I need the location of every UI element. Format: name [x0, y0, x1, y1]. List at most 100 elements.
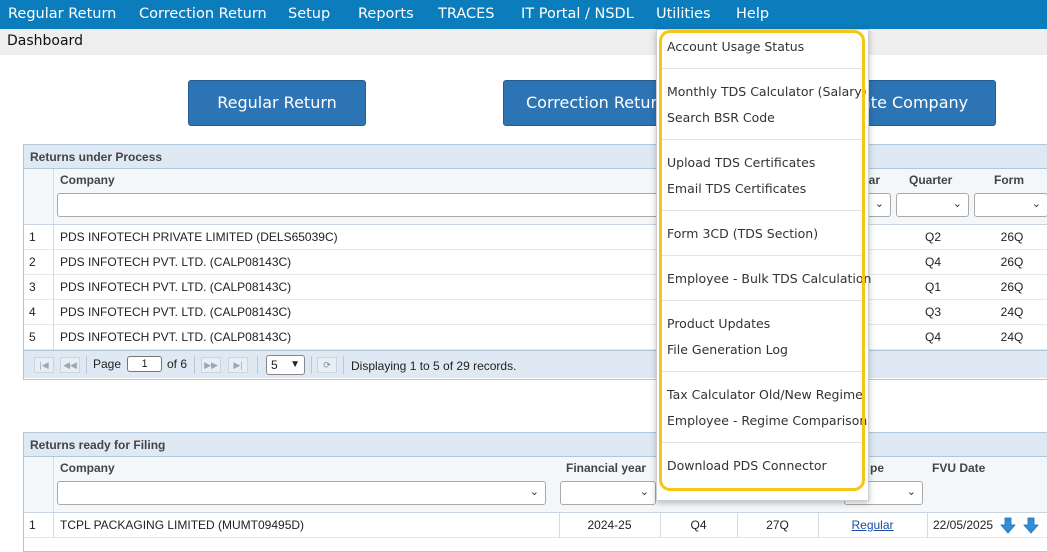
nav-regular-return[interactable]: Regular Return: [8, 0, 116, 29]
quarter-filter-select[interactable]: ⌄: [896, 193, 969, 217]
menu-item-search-bsr-code[interactable]: Search BSR Code: [667, 110, 775, 125]
form-cell: 26Q: [1000, 280, 1024, 294]
column-header-type: pe: [870, 461, 885, 475]
nav-utilities[interactable]: Utilities: [656, 0, 711, 29]
chevron-down-icon: ⌄: [529, 486, 539, 498]
column-header-fvu-date: FVU Date: [932, 461, 986, 475]
menu-item-file-generation-log[interactable]: File Generation Log: [667, 342, 788, 357]
chevron-down-icon: ⌄: [874, 198, 884, 210]
table-row[interactable]: 4 PDS INFOTECH PVT. LTD. (CALP08143C) Q3…: [24, 300, 1047, 325]
top-nav-bar: Regular Return Correction Return Setup R…: [0, 0, 1047, 29]
refresh-icon[interactable]: ⟳: [317, 357, 337, 373]
company-cell: TCPL PACKAGING LIMITED (MUMT09495D): [60, 518, 305, 532]
form-cell: 24Q: [1000, 330, 1024, 344]
financial-year-filter-select[interactable]: ⌄: [560, 481, 656, 505]
chevron-down-icon: ⌄: [1031, 198, 1041, 210]
column-header-company: Company: [60, 461, 115, 475]
chevron-down-icon: ⌄: [639, 486, 649, 498]
next-page-icon[interactable]: ▶▶: [201, 357, 221, 373]
table-row[interactable]: 5 PDS INFOTECH PVT. LTD. (CALP08143C) Q4…: [24, 325, 1047, 350]
breadcrumb: Dashboard: [7, 33, 83, 49]
menu-item-product-updates[interactable]: Product Updates: [667, 316, 770, 331]
breadcrumb-bar: Dashboard: [0, 29, 1047, 55]
menu-item-account-usage-status[interactable]: Account Usage Status: [667, 39, 804, 54]
column-header-financial-year: Financial year: [566, 461, 647, 475]
panel-title: Returns ready for Filing: [24, 433, 1047, 457]
form-cell: 26Q: [1000, 255, 1024, 269]
pager-separator: [343, 356, 344, 374]
company-cell: PDS INFOTECH PRIVATE LIMITED (DELS65039C…: [60, 230, 338, 244]
menu-divider: [661, 371, 864, 372]
pagination-bar: |◀ ◀◀ Page 1 of 6 ▶▶ ▶| 5 ▼ ⟳ Displaying …: [24, 350, 1047, 378]
page-size-value: 5: [271, 358, 278, 372]
menu-item-monthly-tds-calculator[interactable]: Monthly TDS Calculator (Salary): [667, 84, 867, 99]
column-header-form: Form: [994, 173, 1024, 187]
row-number: 1: [24, 513, 54, 538]
page-number-input[interactable]: 1: [127, 356, 162, 372]
records-display-text: Displaying 1 to 5 of 29 records.: [351, 359, 517, 373]
download-arrow-icon[interactable]: [1023, 517, 1039, 534]
menu-divider: [661, 300, 864, 301]
nav-reports[interactable]: Reports: [358, 0, 414, 29]
return-type-link[interactable]: Regular: [818, 513, 926, 538]
pager-separator: [257, 356, 258, 374]
chevron-down-icon: ⌄: [906, 486, 916, 498]
company-filter-select[interactable]: ⌄: [57, 481, 546, 505]
pager-separator: [86, 356, 87, 374]
menu-item-tax-calculator-regime[interactable]: Tax Calculator Old/New Regime: [667, 387, 863, 402]
table-row[interactable]: 3 PDS INFOTECH PVT. LTD. (CALP08143C) Q1…: [24, 275, 1047, 300]
row-number: 4: [24, 300, 54, 325]
nav-setup[interactable]: Setup: [288, 0, 330, 29]
menu-divider: [661, 210, 864, 211]
menu-item-employee-bulk-tds[interactable]: Employee - Bulk TDS Calculation: [667, 271, 871, 286]
form-filter-select[interactable]: ⌄: [974, 193, 1047, 217]
row-number: 5: [24, 325, 54, 350]
row-number: 1: [24, 225, 54, 250]
form-cell: 27Q: [737, 513, 817, 538]
menu-item-employee-regime-comparison[interactable]: Employee - Regime Comparison: [667, 413, 867, 428]
company-cell: PDS INFOTECH PVT. LTD. (CALP08143C): [60, 255, 292, 269]
table-row[interactable]: 1 TCPL PACKAGING LIMITED (MUMT09495D) 20…: [24, 513, 1047, 538]
pager-separator: [311, 356, 312, 374]
column-header-quarter: Quarter: [909, 173, 953, 187]
menu-item-email-tds-certificates[interactable]: Email TDS Certificates: [667, 181, 806, 196]
menu-divider: [661, 442, 864, 443]
quarter-cell: Q2: [924, 230, 941, 244]
correction-return-button[interactable]: Correction Return: [503, 80, 678, 126]
company-cell: PDS INFOTECH PVT. LTD. (CALP08143C): [60, 330, 292, 344]
pager-separator: [194, 356, 195, 374]
menu-divider: [661, 68, 864, 69]
menu-item-upload-tds-certificates[interactable]: Upload TDS Certificates: [667, 155, 815, 170]
nav-correction-return[interactable]: Correction Return: [139, 0, 267, 29]
chevron-down-icon: ⌄: [952, 198, 962, 210]
company-cell: PDS INFOTECH PVT. LTD. (CALP08143C): [60, 280, 292, 294]
nav-traces[interactable]: TRACES: [438, 0, 495, 29]
fvu-date-cell: 22/05/2025: [927, 513, 997, 538]
menu-item-download-pds-connector[interactable]: Download PDS Connector: [667, 458, 827, 473]
first-page-icon[interactable]: |◀: [34, 357, 54, 373]
panel-title: Returns under Process: [24, 145, 1047, 169]
menu-divider: [661, 139, 864, 140]
row-number: 2: [24, 250, 54, 275]
quarter-cell: Q4: [660, 513, 736, 538]
grid-header: Company ear ⌄ Quarter ⌄ Form ⌄: [24, 169, 1047, 225]
row-number: 3: [24, 275, 54, 300]
regular-return-button[interactable]: Regular Return: [188, 80, 366, 126]
company-filter-select[interactable]: [57, 193, 667, 217]
table-row[interactable]: 2 PDS INFOTECH PVT. LTD. (CALP08143C) Q4…: [24, 250, 1047, 275]
nav-it-portal-nsdl[interactable]: IT Portal / NSDL: [521, 0, 634, 29]
financial-year-cell: 2024-25: [559, 513, 659, 538]
quarter-cell: Q3: [924, 305, 941, 319]
rownum-header: [24, 169, 54, 224]
table-row[interactable]: 1 PDS INFOTECH PRIVATE LIMITED (DELS6503…: [24, 225, 1047, 250]
menu-divider: [661, 255, 864, 256]
prev-page-icon[interactable]: ◀◀: [60, 357, 80, 373]
nav-help[interactable]: Help: [736, 0, 769, 29]
download-arrow-icon[interactable]: [1000, 517, 1016, 534]
quarter-cell: Q4: [924, 255, 941, 269]
page-count-label: of 6: [167, 357, 188, 371]
last-page-icon[interactable]: ▶|: [228, 357, 248, 373]
page-size-select[interactable]: 5 ▼: [266, 355, 305, 375]
menu-item-form-3cd[interactable]: Form 3CD (TDS Section): [667, 226, 818, 241]
page-label: Page: [93, 357, 122, 371]
